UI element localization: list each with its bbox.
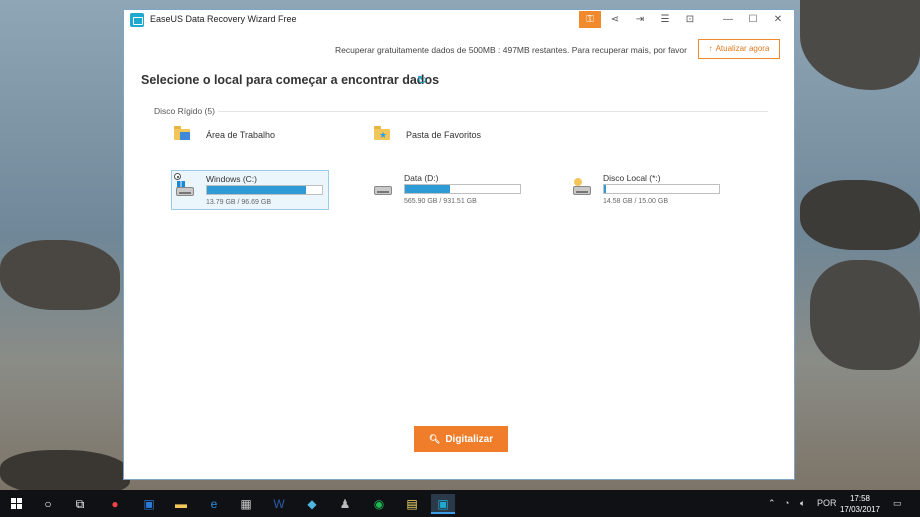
drive-name: Data (D:): [404, 173, 439, 183]
app-window: EaseUS Data Recovery Wizard Free ⚿ ⋖ ⇥ ☰…: [123, 9, 795, 480]
maximize-icon[interactable]: ☐: [742, 11, 764, 28]
drive-local[interactable]: Disco Local (*:) 14.58 GB / 15.00 GB: [569, 170, 727, 210]
background-rock: [810, 260, 920, 370]
close-icon[interactable]: ✕: [767, 11, 789, 28]
drive-usage-bar: [603, 184, 720, 194]
location-label: Pasta de Favoritos: [406, 130, 482, 140]
scan-button[interactable]: 🔍︎ Digitalizar: [414, 426, 508, 452]
search-icon: 🔍︎: [428, 434, 441, 444]
clock[interactable]: 17:58 17/03/2017: [836, 493, 884, 515]
sign-in-icon[interactable]: ⇥: [629, 11, 651, 28]
selected-indicator-icon: [174, 173, 181, 180]
drive-data-d[interactable]: Data (D:) 565.90 GB / 931.51 GB: [370, 170, 528, 210]
volume-icon[interactable]: 🔈︎: [800, 498, 805, 509]
drive-size: 14.58 GB / 15.00 GB: [603, 198, 668, 205]
hard-drive-icon: [176, 187, 194, 196]
refresh-icon[interactable]: ↻: [417, 74, 429, 86]
word-icon[interactable]: W: [267, 494, 291, 514]
file-explorer-icon[interactable]: ▬: [169, 494, 193, 514]
drive-name: Windows (C:): [206, 174, 258, 184]
spotify-icon[interactable]: ◉: [367, 494, 391, 514]
easeus-taskbar-icon[interactable]: ▣: [431, 494, 455, 514]
arrow-up-icon: ↑: [708, 44, 713, 53]
language-indicator[interactable]: POR: [817, 498, 837, 508]
background-rock: [800, 180, 920, 250]
clock-time: 17:58: [849, 494, 871, 503]
sticky-notes-icon[interactable]: ▤: [400, 494, 424, 514]
scan-label: Digitalizar: [445, 434, 494, 445]
page-title: Selecione o local para começar a encontr…: [141, 73, 440, 87]
cortana-icon[interactable]: ○: [36, 494, 60, 514]
taskbar: ○ ⧉ ● ▣ ▬ e ▦ W ◆ ♟ ◉ ▤ ▣ ⌃ ◔ 🔈︎ POR 17:…: [0, 490, 920, 517]
task-view-icon[interactable]: ⧉: [68, 494, 92, 514]
kodi-icon[interactable]: ◆: [300, 494, 324, 514]
outlook-icon[interactable]: ▣: [137, 494, 161, 514]
drive-name: Disco Local (*:): [603, 173, 661, 183]
location-desktop[interactable]: Área de Trabalho: [174, 126, 294, 148]
key-icon[interactable]: ⚿: [579, 11, 601, 28]
menu-icon[interactable]: ☰: [654, 11, 676, 28]
location-favorites[interactable]: ★ Pasta de Favoritos: [374, 126, 504, 148]
window-title: EaseUS Data Recovery Wizard Free: [150, 14, 297, 24]
app-icon[interactable]: ♟: [333, 494, 357, 514]
hard-drive-icon: [374, 186, 392, 195]
wifi-icon[interactable]: ◔: [784, 498, 789, 508]
chevron-up-icon[interactable]: ⌃: [768, 498, 776, 509]
edge-icon[interactable]: e: [202, 494, 226, 514]
drive-windows-c[interactable]: Windows (C:) 13.79 GB / 96.69 GB: [171, 170, 329, 210]
background-rock: [0, 450, 130, 495]
share-icon[interactable]: ⋖: [604, 11, 626, 28]
hard-drive-icon: [573, 186, 591, 195]
lock-badge-icon: [574, 178, 582, 186]
drive-usage-bar: [404, 184, 521, 194]
update-now-button[interactable]: ↑ Atualizar agora: [698, 39, 780, 59]
chrome-icon[interactable]: ●: [103, 494, 127, 514]
dropdown-icon[interactable]: ⊡: [679, 11, 701, 28]
divider: [218, 111, 768, 112]
location-label: Área de Trabalho: [206, 130, 276, 140]
app-logo-icon: [130, 13, 144, 27]
free-quota-text: Recuperar gratuitamente dados de 500MB :…: [335, 45, 687, 55]
favorites-folder-icon: ★: [374, 126, 390, 140]
background-rock: [800, 0, 920, 90]
update-now-label: Atualizar agora: [715, 44, 770, 53]
section-label: Disco Rígido (5): [154, 106, 215, 116]
background-rock: [0, 240, 120, 310]
drive-size: 565.90 GB / 931.51 GB: [404, 198, 477, 205]
notifications-icon[interactable]: ▭: [893, 498, 902, 509]
clock-date: 17/03/2017: [839, 505, 881, 514]
desktop-folder-icon: [174, 126, 190, 140]
drive-usage-bar: [206, 185, 323, 195]
windows-start-icon[interactable]: [11, 498, 22, 509]
title-bar: EaseUS Data Recovery Wizard Free ⚿ ⋖ ⇥ ☰…: [124, 10, 794, 30]
minimize-icon[interactable]: —: [717, 11, 739, 28]
drive-size: 13.79 GB / 96.69 GB: [206, 199, 271, 206]
photos-app-icon[interactable]: ▦: [234, 494, 258, 514]
